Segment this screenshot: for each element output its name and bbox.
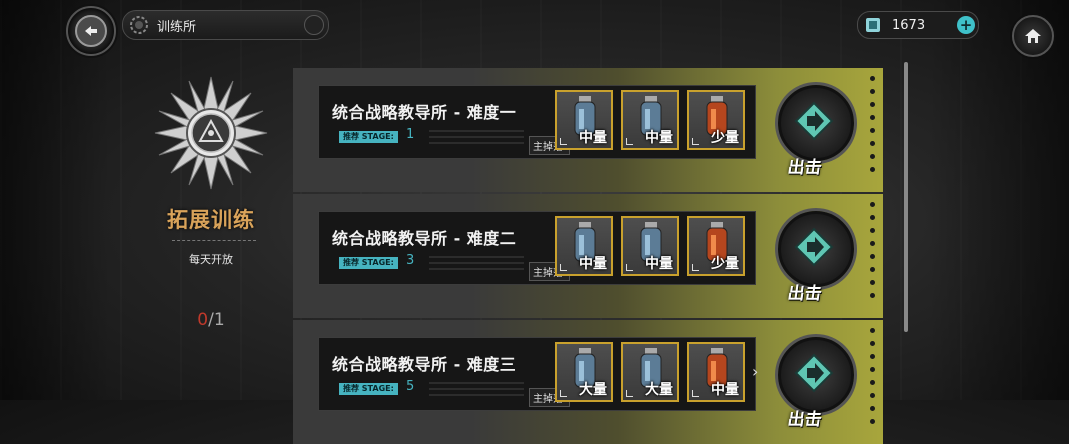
counter-total: 1 [213, 310, 225, 330]
counter-current: 0 [197, 310, 209, 330]
arrow-right-icon [794, 227, 834, 267]
currency-icon [866, 18, 880, 32]
stage-tag: 推荐 STAGE: [339, 131, 398, 143]
drop-item-3[interactable]: 中量 [687, 342, 745, 402]
row-dots [870, 328, 876, 432]
item-quantity: 少量 [711, 130, 739, 146]
difficulty-row-2: 统合战略教导所 - 难度二 推荐 STAGE: 3 主掉落: 中量 中量 少量 … [293, 194, 883, 318]
drop-item-3[interactable]: 少量 [687, 216, 745, 276]
row-title: 统合战略教导所 - 难度三 [332, 355, 517, 374]
item-corner-mark [692, 138, 699, 145]
sortie-button[interactable]: 出击 [776, 335, 854, 430]
location-title-bar: 训练所 [122, 10, 329, 40]
item-quantity: 中量 [645, 256, 673, 272]
item-corner-mark [560, 390, 567, 397]
drop-item-1[interactable]: 中量 [555, 216, 613, 276]
attempt-counter: 0/1 [150, 310, 272, 330]
decorative-lines [429, 256, 524, 276]
decorative-lines [429, 130, 524, 150]
difficulty-row-3: 统合战略教导所 - 难度三 推荐 STAGE: 5 主掉落: 大量 大量 中量 … [293, 320, 883, 444]
item-quantity: 大量 [645, 382, 673, 398]
item-quantity: 中量 [579, 130, 607, 146]
currency-value: 1673 [892, 17, 926, 33]
currency-display: 1673 + [857, 11, 979, 39]
back-arrow-icon [75, 15, 107, 47]
row-dots [870, 202, 876, 306]
row-info-card: 统合战略教导所 - 难度二 推荐 STAGE: 3 主掉落: 中量 中量 少量 [318, 211, 756, 285]
panel-title: 拓展训练 [167, 207, 255, 232]
item-corner-mark [626, 264, 633, 271]
item-corner-mark [626, 138, 633, 145]
item-corner-mark [626, 390, 633, 397]
back-button[interactable] [66, 6, 116, 56]
panel-subtitle: 每天开放 [189, 253, 233, 266]
item-corner-mark [692, 264, 699, 271]
stage-number: 1 [406, 127, 415, 142]
training-emblem-icon [154, 76, 268, 190]
item-quantity: 中量 [579, 256, 607, 272]
row-dots [870, 76, 876, 180]
sortie-button[interactable]: 出击 [776, 209, 854, 304]
sortie-label: 出击 [786, 410, 824, 430]
drop-item-2[interactable]: 中量 [621, 216, 679, 276]
decorative-lines [429, 382, 524, 402]
row-title: 统合战略教导所 - 难度二 [332, 229, 517, 248]
item-quantity: 大量 [579, 382, 607, 398]
stage-number: 5 [406, 379, 415, 394]
item-quantity: 中量 [645, 130, 673, 146]
panel-divider [172, 240, 256, 241]
sortie-label: 出击 [786, 284, 824, 304]
drop-item-1[interactable]: 大量 [555, 342, 613, 402]
drop-item-3[interactable]: 少量 [687, 90, 745, 150]
home-button[interactable] [1012, 15, 1054, 57]
item-quantity: 少量 [711, 256, 739, 272]
sortie-label: 出击 [786, 158, 824, 178]
scrollbar[interactable] [904, 62, 908, 332]
add-currency-button[interactable]: + [957, 16, 975, 34]
stage-tag: 推荐 STAGE: [339, 383, 398, 395]
drop-item-1[interactable]: 中量 [555, 90, 613, 150]
page-title: 训练所 [157, 19, 197, 35]
arrow-right-icon [794, 353, 834, 393]
drop-item-2[interactable]: 大量 [621, 342, 679, 402]
stage-number: 3 [406, 253, 415, 268]
home-icon [1025, 29, 1041, 43]
chevron-right-icon[interactable]: › [752, 362, 758, 381]
gear-icon [130, 16, 148, 34]
row-title: 统合战略教导所 - 难度一 [332, 103, 517, 122]
item-corner-mark [560, 264, 567, 271]
sortie-button[interactable]: 出击 [776, 83, 854, 178]
item-quantity: 中量 [711, 382, 739, 398]
title-end-cap [304, 15, 324, 35]
item-corner-mark [692, 390, 699, 397]
drop-item-2[interactable]: 中量 [621, 90, 679, 150]
arrow-right-icon [794, 101, 834, 141]
item-corner-mark [560, 138, 567, 145]
row-info-card: 统合战略教导所 - 难度一 推荐 STAGE: 1 主掉落: 中量 中量 少量 [318, 85, 756, 159]
difficulty-row-1: 统合战略教导所 - 难度一 推荐 STAGE: 1 主掉落: 中量 中量 少量 … [293, 68, 883, 192]
stage-tag: 推荐 STAGE: [339, 257, 398, 269]
